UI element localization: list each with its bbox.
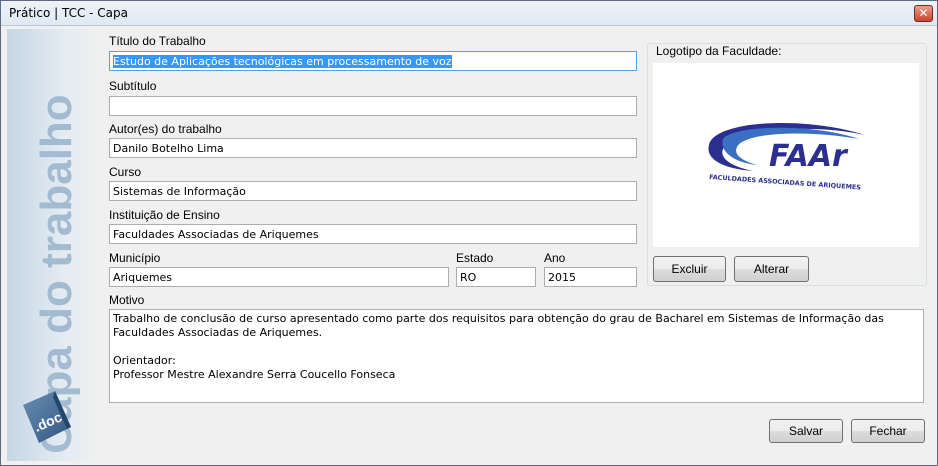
title-bar: Prático | TCC - Capa ✕ bbox=[1, 1, 937, 26]
ano-input[interactable]: 2015 bbox=[544, 267, 637, 287]
curso-label: Curso bbox=[109, 165, 142, 179]
alterar-button[interactable]: Alterar bbox=[734, 256, 809, 282]
subtitulo-input[interactable] bbox=[109, 96, 637, 116]
faar-logo: FAAr FACULDADES ASSOCIADAS DE ARIQUEMES bbox=[708, 122, 865, 192]
motivo-textarea[interactable]: Trabalho de conclusão de curso apresenta… bbox=[109, 309, 924, 403]
excluir-button[interactable]: Excluir bbox=[653, 256, 726, 282]
window-title: Prático | TCC - Capa bbox=[9, 6, 129, 20]
estado-input[interactable]: RO bbox=[456, 267, 536, 287]
municipio-input[interactable]: Ariquemes bbox=[109, 267, 449, 287]
sidebar-banner: Capa do trabalho .doc bbox=[7, 29, 99, 461]
municipio-label: Município bbox=[109, 251, 161, 265]
subtitulo-label: Subtítulo bbox=[109, 79, 157, 93]
doc-file-icon: .doc bbox=[23, 391, 71, 443]
titulo-label: Título do Trabalho bbox=[109, 34, 206, 48]
motivo-label: Motivo bbox=[109, 293, 145, 307]
fechar-button[interactable]: Fechar bbox=[851, 419, 925, 443]
titulo-input[interactable]: Estudo de Aplicações tecnológicas em pro… bbox=[109, 51, 637, 71]
logo-tagline: FACULDADES ASSOCIADAS DE ARIQUEMES bbox=[709, 173, 862, 192]
dialog-window: Prático | TCC - Capa ✕ Capa do trabalho … bbox=[0, 0, 938, 466]
close-button[interactable]: ✕ bbox=[914, 5, 933, 22]
instituicao-label: Instituição de Ensino bbox=[109, 208, 220, 222]
logo-group-label: Logotipo da Faculdade: bbox=[656, 44, 782, 58]
curso-input[interactable]: Sistemas de Informação bbox=[109, 181, 637, 201]
estado-label: Estado bbox=[456, 251, 494, 265]
logo-image-box: FAAr FACULDADES ASSOCIADAS DE ARIQUEMES bbox=[653, 63, 919, 247]
autores-input[interactable]: Danilo Botelho Lima bbox=[109, 138, 637, 158]
instituicao-input[interactable]: Faculdades Associadas de Ariquemes bbox=[109, 224, 637, 244]
ano-label: Ano bbox=[544, 251, 566, 265]
logo-brand-text: FAAr bbox=[769, 139, 849, 174]
titulo-input-text: Estudo de Aplicações tecnológicas em pro… bbox=[113, 55, 452, 68]
salvar-button[interactable]: Salvar bbox=[769, 419, 843, 443]
autores-label: Autor(es) do trabalho bbox=[109, 122, 222, 136]
